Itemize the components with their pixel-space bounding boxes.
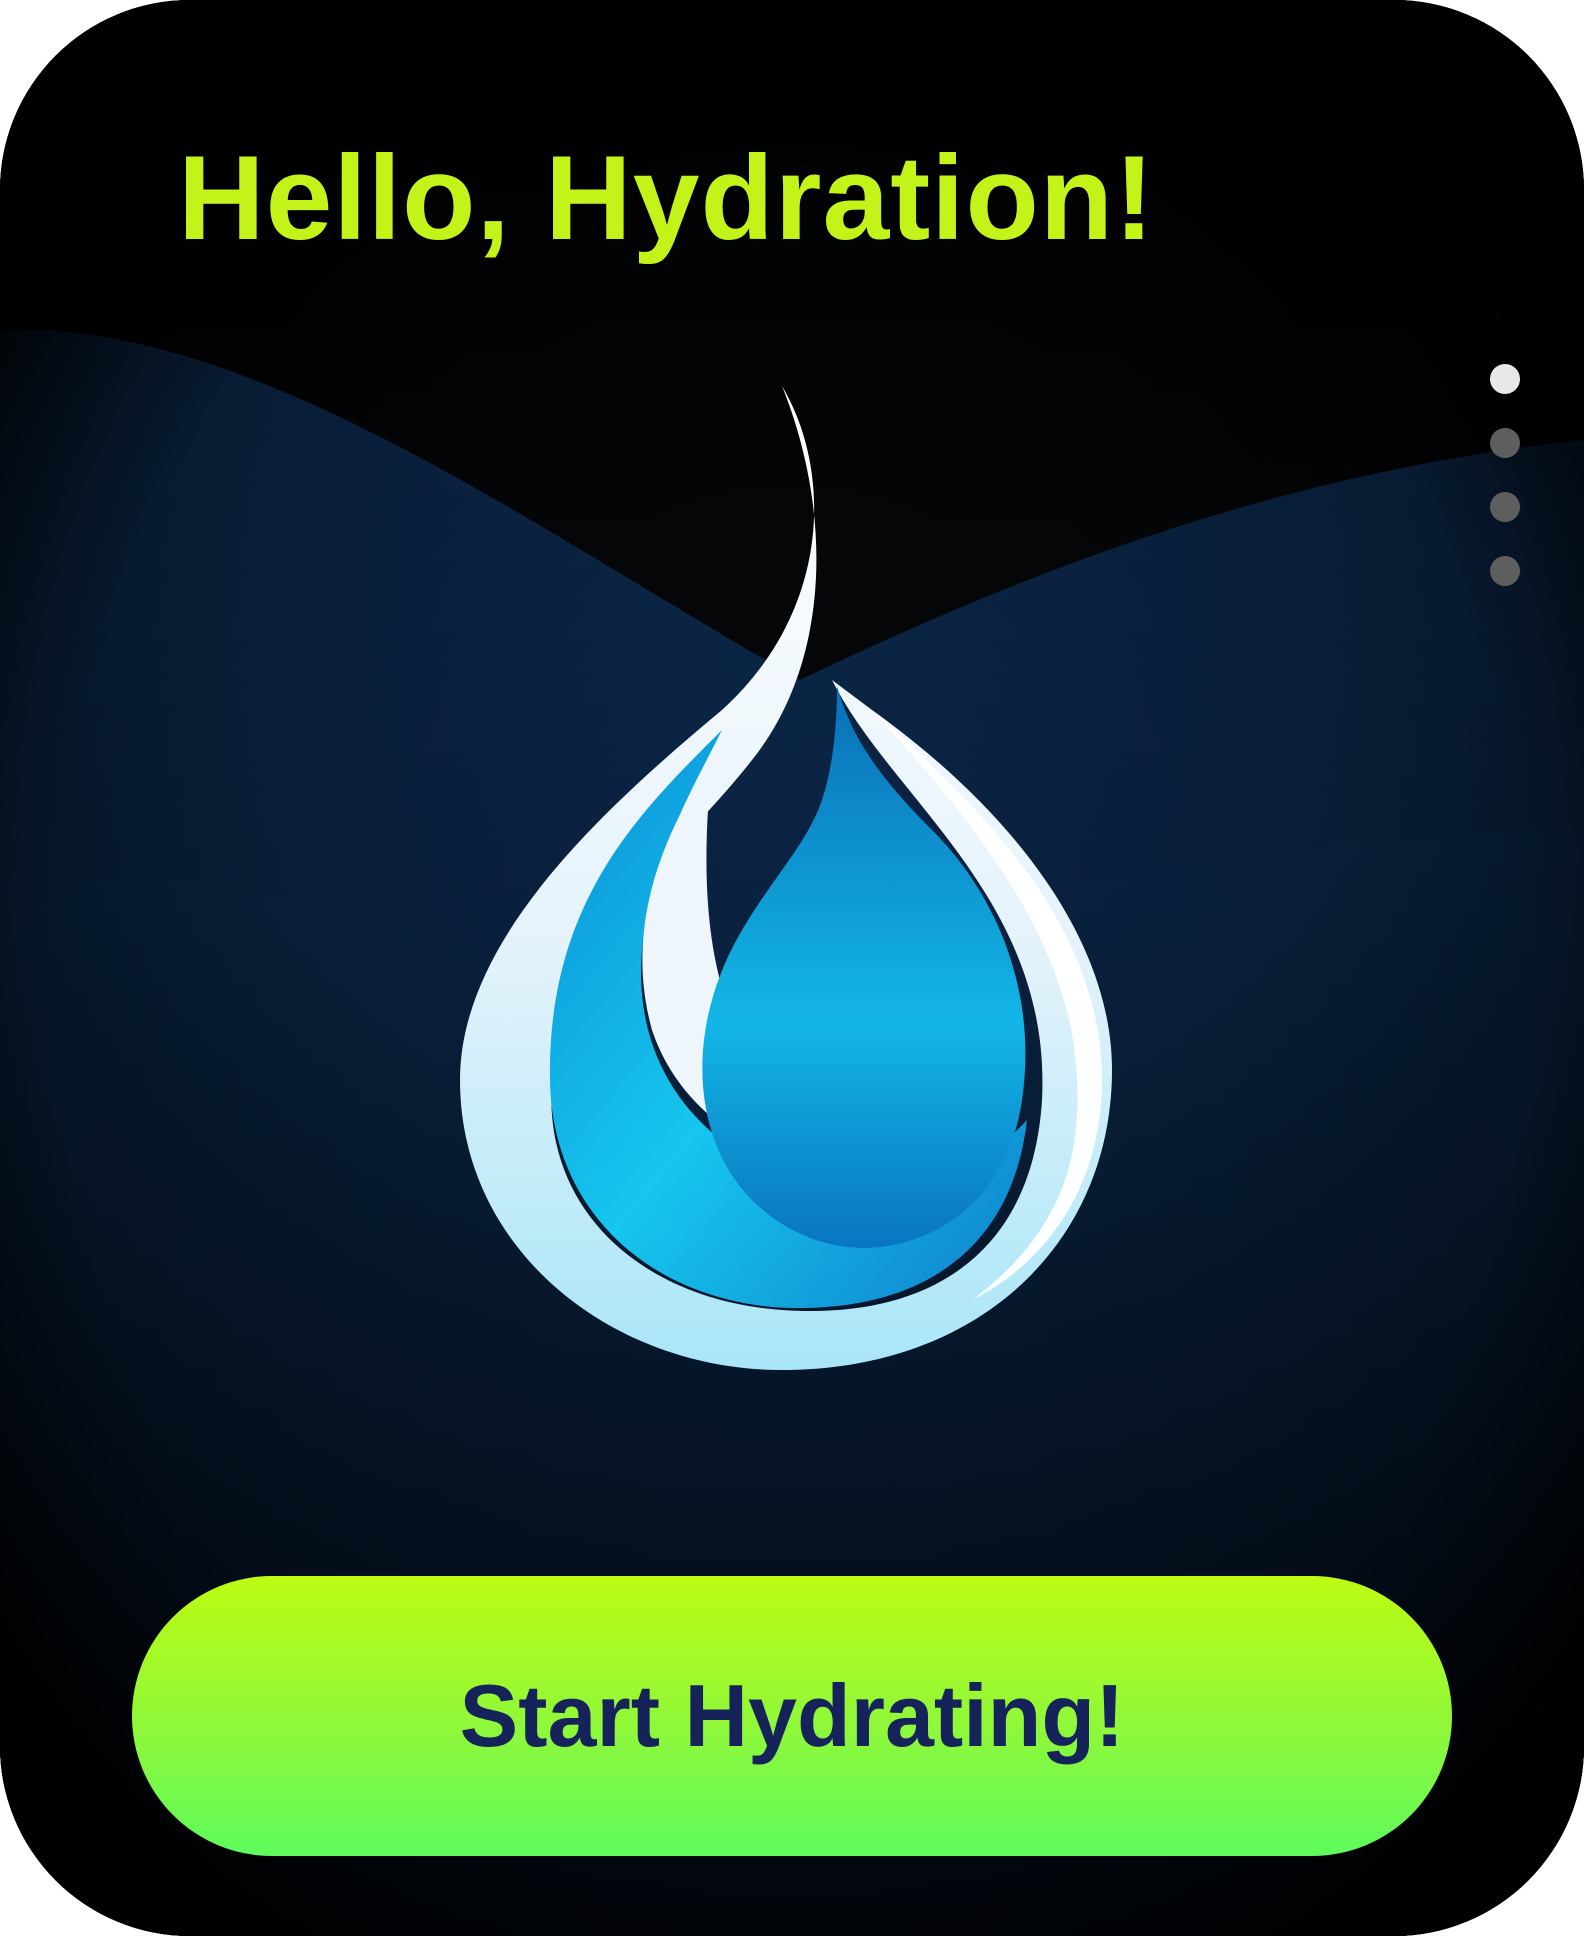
page-indicator [1490,364,1520,586]
watch-screen: Hello, Hydration! Start Hydrating! [0,0,1584,1936]
page-dot-4 [1490,556,1520,586]
page-dot-1 [1490,364,1520,394]
page-title: Hello, Hydration! [178,131,1156,265]
page-dot-2 [1490,428,1520,458]
start-hydrating-button[interactable]: Start Hydrating! [132,1576,1452,1856]
water-drop-icon [460,386,1112,1370]
start-hydrating-label: Start Hydrating! [459,1666,1125,1765]
page-dot-3 [1490,492,1520,522]
